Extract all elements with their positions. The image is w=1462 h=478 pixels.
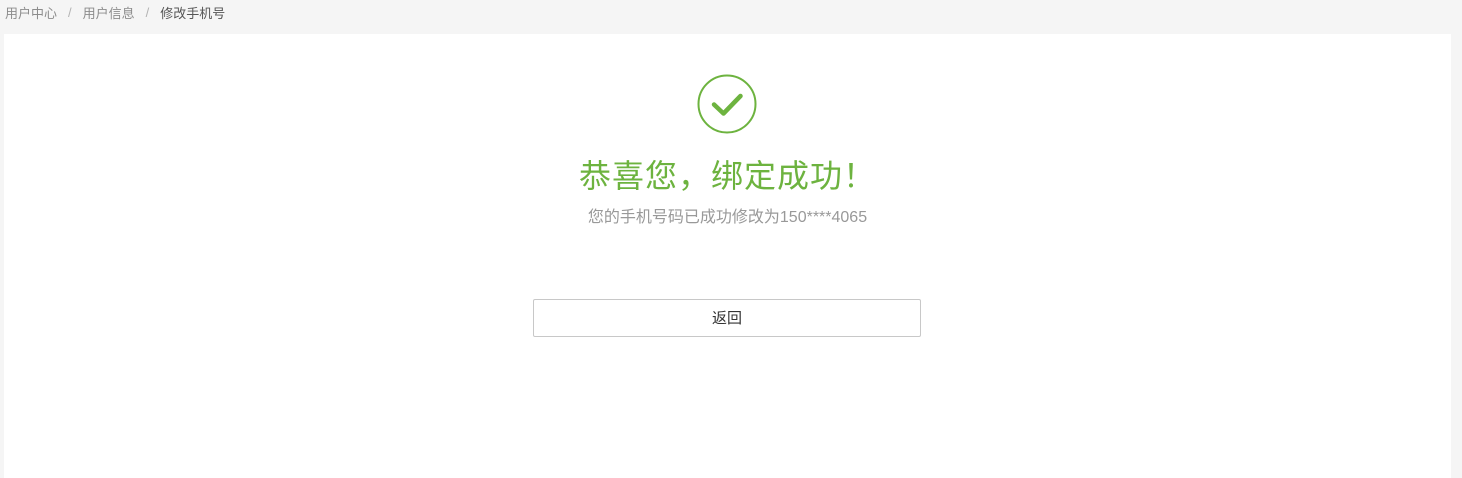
- breadcrumb-separator: /: [145, 4, 150, 20]
- breadcrumb-user-info[interactable]: 用户信息: [83, 3, 135, 22]
- success-message: 您的手机号码已成功修改为150****4065: [587, 209, 868, 226]
- breadcrumb-user-center[interactable]: 用户中心: [5, 3, 57, 22]
- check-circle-icon: [697, 74, 757, 134]
- breadcrumb-separator: /: [68, 4, 72, 20]
- success-title: 恭喜您，绑定成功！: [578, 158, 876, 194]
- breadcrumb: 用户中心 / 用户信息 / 修改手机号: [5, 3, 225, 21]
- breadcrumb-change-phone: 修改手机号: [160, 5, 226, 21]
- result-card: 恭喜您，绑定成功！ 您的手机号码已成功修改为150****4065 返回: [4, 34, 1451, 478]
- back-button[interactable]: 返回: [533, 299, 921, 337]
